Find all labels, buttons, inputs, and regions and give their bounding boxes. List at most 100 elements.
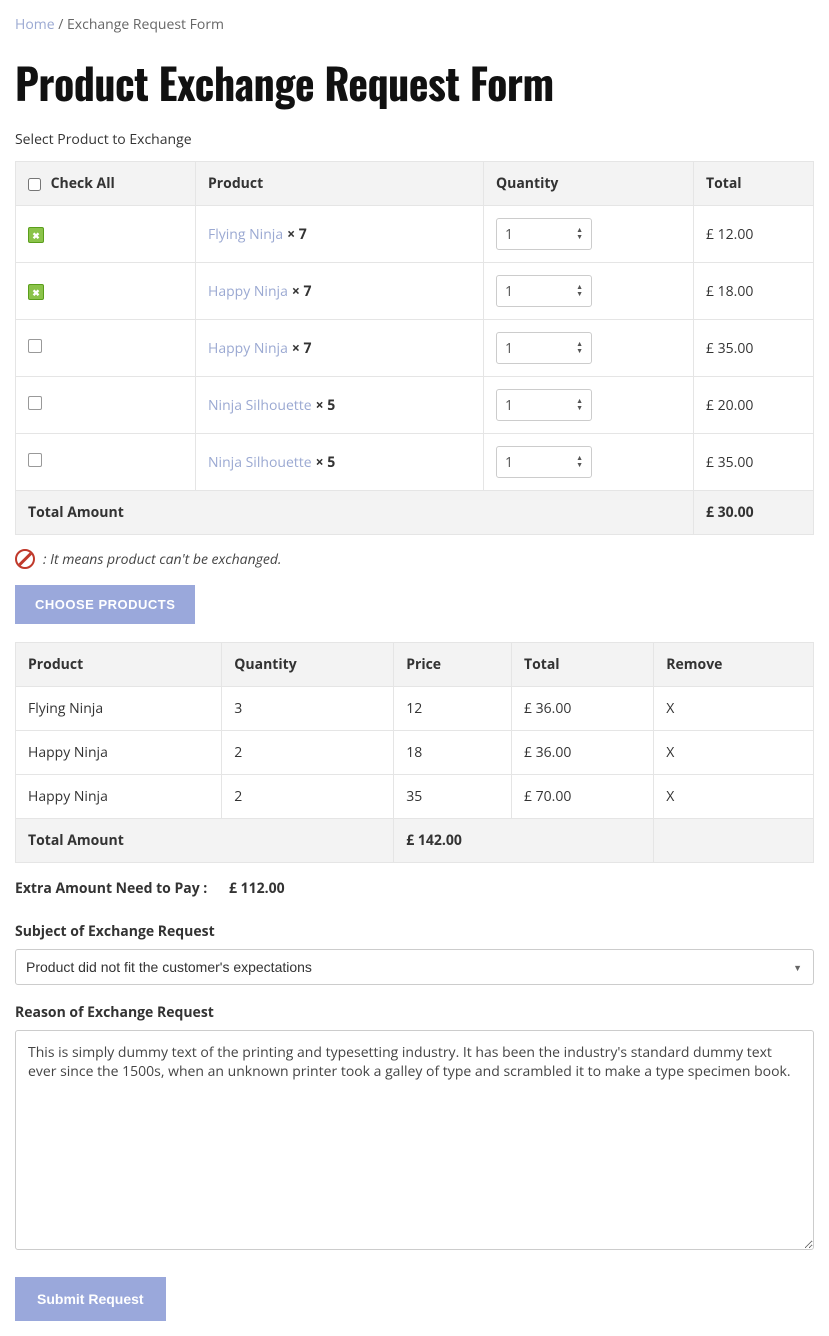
product-link[interactable]: Ninja Silhouette	[208, 396, 312, 415]
breadcrumb-home[interactable]: Home	[15, 15, 55, 34]
remove-cell[interactable]: X	[654, 775, 814, 819]
quantity-stepper[interactable]: 1 ▲▼	[496, 275, 592, 307]
breadcrumb-current: Exchange Request Form	[67, 15, 224, 34]
table-row: Happy Ninja235£ 70.00X	[16, 775, 814, 819]
quantity-spinner[interactable]: ▲▼	[576, 284, 583, 298]
quantity-value: 1	[505, 225, 513, 244]
remove-cell[interactable]: X	[654, 687, 814, 731]
checkall-label: Check All	[51, 174, 115, 193]
total2-empty	[654, 819, 814, 863]
quantity-value: 1	[505, 339, 513, 358]
quantity-value: 1	[505, 282, 513, 301]
table-row: Ninja Silhouette× 5 1 ▲▼ £ 20.00	[16, 377, 814, 434]
row-checkbox[interactable]	[28, 453, 42, 467]
th2-price: Price	[394, 643, 512, 687]
spinner-down-icon[interactable]: ▼	[576, 462, 583, 469]
total-cell: £ 36.00	[511, 731, 653, 775]
row-total: £ 20.00	[694, 377, 814, 434]
product-cell: Happy Ninja× 7	[196, 263, 484, 320]
quantity-value: 1	[505, 396, 513, 415]
product-multiplier: × 7	[287, 225, 307, 244]
quantity-stepper[interactable]: 1 ▲▼	[496, 446, 592, 478]
th-quantity: Quantity	[484, 162, 694, 206]
quantity-stepper[interactable]: 1 ▲▼	[496, 332, 592, 364]
select-product-label: Select Product to Exchange	[15, 130, 814, 149]
row-check-cell	[16, 434, 196, 491]
quantity-cell: 2	[222, 775, 394, 819]
chosen-products-table: Product Quantity Price Total Remove Flyi…	[15, 642, 814, 863]
th-product: Product	[196, 162, 484, 206]
quantity-stepper[interactable]: 1 ▲▼	[496, 218, 592, 250]
quantity-cell: 3	[222, 687, 394, 731]
product-multiplier: × 7	[292, 339, 312, 358]
breadcrumb-sep: /	[58, 15, 63, 34]
product-cell: Happy Ninja	[16, 731, 222, 775]
spinner-down-icon[interactable]: ▼	[576, 291, 583, 298]
product-cell: Ninja Silhouette× 5	[196, 434, 484, 491]
th2-quantity: Quantity	[222, 643, 394, 687]
extra-amount-value: £ 112.00	[229, 879, 285, 898]
quantity-spinner[interactable]: ▲▼	[576, 455, 583, 469]
spinner-down-icon[interactable]: ▼	[576, 405, 583, 412]
product-link[interactable]: Ninja Silhouette	[208, 453, 312, 472]
note-text: : It means product can't be exchanged.	[43, 550, 281, 569]
row-total: £ 35.00	[694, 434, 814, 491]
product-cell: Happy Ninja× 7	[196, 320, 484, 377]
table-row: Happy Ninja× 71▲▼£ 18.00	[16, 263, 814, 320]
breadcrumb: Home / Exchange Request Form	[15, 15, 814, 34]
table-row: Happy Ninja× 7 1 ▲▼ £ 35.00	[16, 320, 814, 377]
spinner-down-icon[interactable]: ▼	[576, 234, 583, 241]
disabled-checkbox-icon	[28, 284, 44, 300]
product-link[interactable]: Happy Ninja	[208, 339, 288, 358]
spinner-down-icon[interactable]: ▼	[576, 348, 583, 355]
total2-value: £ 142.00	[394, 819, 654, 863]
product-multiplier: × 5	[316, 453, 336, 472]
exchange-source-table: Check All Product Quantity Total Flying …	[15, 161, 814, 535]
quantity-cell: 1 ▲▼	[484, 320, 694, 377]
th2-product: Product	[16, 643, 222, 687]
th-checkall: Check All	[16, 162, 196, 206]
total-cell: £ 36.00	[511, 687, 653, 731]
reason-label: Reason of Exchange Request	[15, 1003, 814, 1022]
total-amount-label: Total Amount	[16, 491, 694, 535]
page-title: Product Exchange Request Form	[15, 52, 814, 114]
quantity-spinner[interactable]: ▲▼	[576, 398, 583, 412]
price-cell: 35	[394, 775, 512, 819]
row-checkbox[interactable]	[28, 339, 42, 353]
checkall-checkbox[interactable]	[28, 178, 41, 191]
product-multiplier: × 7	[292, 282, 312, 301]
quantity-cell: 1 ▲▼	[484, 434, 694, 491]
row-checkbox[interactable]	[28, 396, 42, 410]
total-amount-value: £ 30.00	[694, 491, 814, 535]
total2-label: Total Amount	[16, 819, 394, 863]
disabled-checkbox-icon	[28, 227, 44, 243]
reason-textarea[interactable]	[15, 1030, 814, 1250]
extra-amount-row: Extra Amount Need to Pay : £ 112.00	[15, 879, 814, 898]
product-cell: Flying Ninja× 7	[196, 206, 484, 263]
quantity-spinner[interactable]: ▲▼	[576, 341, 583, 355]
row-total: £ 35.00	[694, 320, 814, 377]
row-check-cell	[16, 206, 196, 263]
quantity-stepper[interactable]: 1 ▲▼	[496, 389, 592, 421]
product-cell: Ninja Silhouette× 5	[196, 377, 484, 434]
prohibit-icon	[15, 549, 35, 569]
extra-amount-label: Extra Amount Need to Pay :	[15, 879, 207, 898]
row-check-cell	[16, 263, 196, 320]
th-total: Total	[694, 162, 814, 206]
subject-select[interactable]: Product did not fit the customer's expec…	[15, 949, 814, 985]
product-link[interactable]: Flying Ninja	[208, 225, 283, 244]
row-total: £ 12.00	[694, 206, 814, 263]
product-link[interactable]: Happy Ninja	[208, 282, 288, 301]
remove-cell[interactable]: X	[654, 731, 814, 775]
row-check-cell	[16, 320, 196, 377]
th2-remove: Remove	[654, 643, 814, 687]
exchange-note: : It means product can't be exchanged.	[15, 549, 814, 569]
quantity-value: 1	[505, 453, 513, 472]
quantity-spinner[interactable]: ▲▼	[576, 227, 583, 241]
choose-products-button[interactable]: CHOOSE PRODUCTS	[15, 585, 195, 624]
product-cell: Flying Ninja	[16, 687, 222, 731]
quantity-cell: 2	[222, 731, 394, 775]
submit-request-button[interactable]: Submit Request	[15, 1277, 166, 1321]
total-cell: £ 70.00	[511, 775, 653, 819]
quantity-cell: 1 ▲▼	[484, 206, 694, 263]
